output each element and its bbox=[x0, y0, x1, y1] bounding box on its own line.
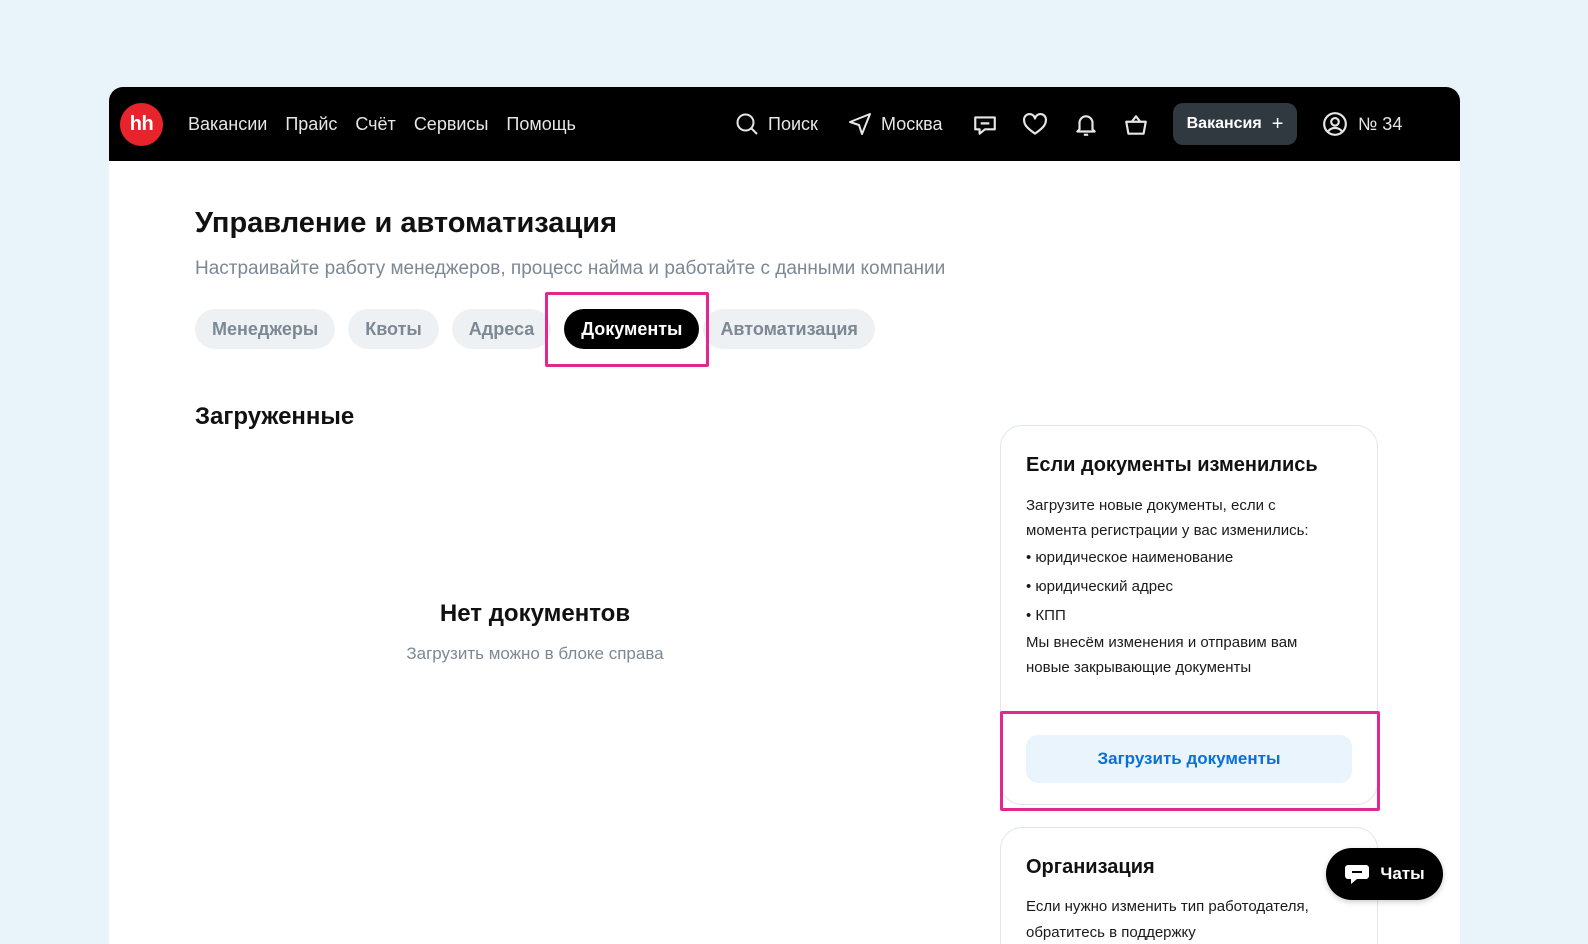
settings-tabs: Менеджеры Квоты Адреса Документы Автомат… bbox=[195, 309, 875, 349]
main-nav: Вакансии Прайс Счёт Сервисы Помощь bbox=[188, 87, 576, 161]
hh-logo[interactable]: hh bbox=[120, 103, 163, 146]
nav-services[interactable]: Сервисы bbox=[414, 114, 489, 135]
plus-icon: + bbox=[1271, 112, 1284, 135]
uploaded-section-title: Загруженные bbox=[195, 403, 355, 430]
favorites-button[interactable] bbox=[1020, 110, 1050, 140]
organization-card: Организация Если нужно изменить тип рабо… bbox=[1000, 827, 1378, 944]
organization-card-title: Организация bbox=[1026, 856, 1155, 878]
nav-vacancies[interactable]: Вакансии bbox=[188, 114, 267, 135]
organization-card-text: Если нужно изменить тип работодателя, об… bbox=[1026, 898, 1309, 941]
list-item: юридическое наименование bbox=[1026, 543, 1326, 572]
tab-addresses[interactable]: Адреса bbox=[451, 309, 552, 349]
messages-button[interactable] bbox=[970, 110, 1000, 140]
nav-help[interactable]: Помощь bbox=[506, 114, 576, 135]
empty-state-subtitle: Загрузить можно в блоке справа bbox=[406, 644, 664, 663]
user-circle-icon bbox=[1323, 112, 1347, 136]
documents-card-intro: Загрузите новые документы, если с момент… bbox=[1026, 497, 1309, 539]
nav-price[interactable]: Прайс bbox=[285, 114, 337, 135]
cart-button[interactable] bbox=[1121, 110, 1151, 140]
nav-bill[interactable]: Счёт bbox=[355, 114, 395, 135]
chats-button[interactable]: Чаты bbox=[1326, 848, 1443, 900]
page-subtitle: Настраивайте работу менеджеров, процесс … bbox=[195, 258, 946, 279]
empty-state-title: Нет документов bbox=[439, 600, 631, 627]
tab-automation[interactable]: Автоматизация bbox=[703, 309, 875, 349]
notifications-button[interactable] bbox=[1071, 110, 1101, 140]
search-label: Поиск bbox=[768, 113, 818, 134]
browser-frame: hh Вакансии Прайс Счёт Сервисы Помощь По… bbox=[109, 87, 1460, 944]
list-item: юридический адрес bbox=[1026, 572, 1326, 601]
create-vacancy-label: Вакансия bbox=[1186, 115, 1262, 132]
profile-menu[interactable]: № 34 bbox=[1322, 87, 1402, 161]
chat-bubble-icon bbox=[1345, 865, 1370, 884]
documents-card-body: Загрузите новые документы, если с момент… bbox=[1026, 493, 1326, 680]
documents-card-title: Если документы изменились bbox=[1026, 454, 1318, 476]
page-title: Управление и автоматизация bbox=[195, 207, 618, 239]
chats-label: Чаты bbox=[1380, 864, 1425, 883]
create-vacancy-button[interactable]: Вакансия + bbox=[1173, 103, 1297, 145]
bell-icon bbox=[1076, 115, 1096, 136]
city-selector[interactable]: Москва bbox=[848, 87, 942, 161]
location-arrow-icon bbox=[849, 113, 871, 135]
top-navigation: hh Вакансии Прайс Счёт Сервисы Помощь По… bbox=[109, 87, 1460, 161]
search-icon bbox=[736, 113, 758, 135]
highlight-upload-button bbox=[1000, 711, 1380, 811]
basket-icon bbox=[1125, 115, 1147, 135]
search-button[interactable]: Поиск bbox=[735, 87, 818, 161]
profile-label: № 34 bbox=[1358, 113, 1403, 134]
list-item: КПП bbox=[1026, 601, 1326, 630]
tab-managers[interactable]: Менеджеры bbox=[195, 309, 336, 349]
highlight-documents-tab bbox=[545, 292, 709, 367]
city-label: Москва bbox=[881, 113, 943, 134]
documents-card-outro: Мы внесём изменения и отправим вам новые… bbox=[1026, 634, 1298, 676]
tab-quotas[interactable]: Квоты bbox=[348, 309, 439, 349]
chat-bubble-icon bbox=[974, 116, 996, 135]
heart-icon bbox=[1023, 112, 1047, 135]
